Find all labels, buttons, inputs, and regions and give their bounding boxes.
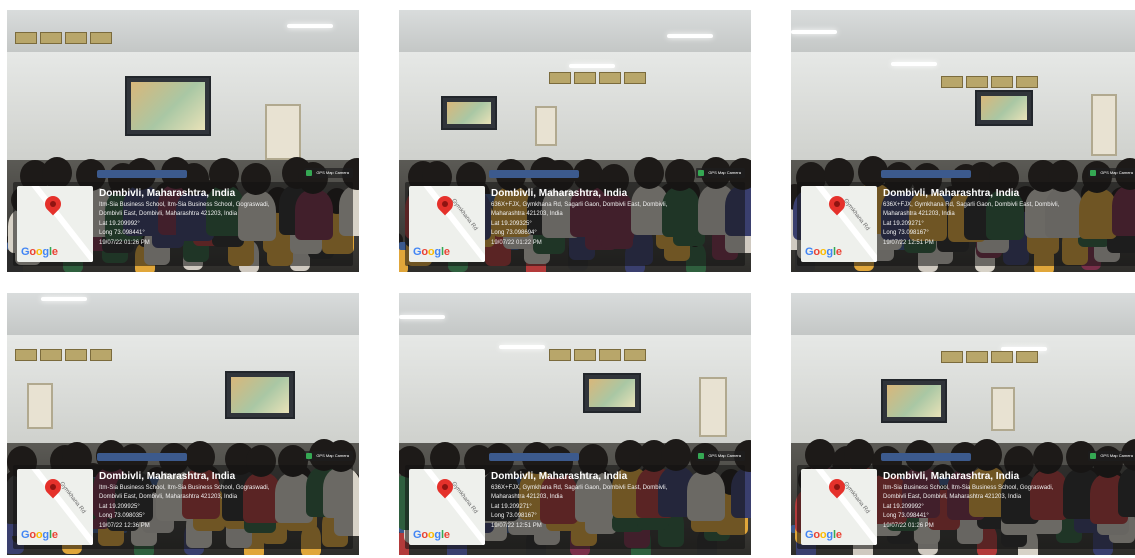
projector-screen [225, 371, 295, 419]
latitude: Lat 19.209992° [99, 221, 140, 227]
address-line-2: Dombivli East, Dombivli, Maharashtra 421… [99, 494, 238, 500]
gps-map-camera-badge: GPS Map Camera [304, 451, 353, 461]
projector-screen [975, 90, 1033, 126]
classroom-photo: GPS Map Camera Google Dombivli, Maharashtr… [7, 10, 359, 272]
location-title: Dombivli, Maharashtra, India [883, 471, 1020, 482]
geotag-overlay: Google Dombivli, Maharashtra, India Itm-Si… [13, 182, 353, 266]
google-logo: Google [413, 529, 450, 541]
ceiling [399, 293, 751, 335]
projector-screen [125, 76, 211, 136]
window-row [15, 349, 112, 361]
geotag-overlay: Gymkhana Rd Google Dombivli, Maharashtra, … [405, 182, 745, 266]
ceiling-light [41, 297, 87, 301]
latitude: Lat 19.209271° [883, 221, 924, 227]
ceiling-light [667, 34, 713, 38]
longitude: Long 73.098167° [883, 230, 929, 236]
map-thumbnail: Gymkhana Rd Google [409, 186, 485, 262]
location-title: Dombivli, Maharashtra, India [491, 471, 628, 482]
gps-map-camera-badge: GPS Map Camera [696, 168, 745, 178]
timestamp: 19/07/22 01:22 PM [491, 240, 542, 246]
window-row [549, 349, 646, 361]
google-logo: Google [21, 246, 58, 258]
window-row [549, 72, 646, 84]
classroom-photo: GPS Map Camera Gymkhana Rd Google Dombivli,… [791, 10, 1135, 272]
timestamp: 19/07/22 12:36 PM [99, 523, 150, 529]
timestamp: 19/07/22 12:51 PM [883, 240, 934, 246]
google-logo: Google [805, 529, 842, 541]
ceiling-light [891, 62, 937, 66]
address-line-1: Itm-Sia Business School, Itm-Sia Busines… [99, 485, 270, 491]
address-line-1: 636X+FJX, Gymkhana Rd, Sagarli Gaon, Dom… [491, 485, 668, 491]
address-line-2: Dombivli East, Dombivli, Maharashtra 421… [883, 494, 1022, 500]
classroom-photo: GPS Map Camera Gymkhana Rd Google Dombivli,… [399, 10, 751, 272]
timestamp: 19/07/22 12:51 PM [491, 523, 542, 529]
projector-screen [583, 373, 641, 413]
window-row [15, 32, 112, 44]
address-line-2: Maharashtra 421203, India [883, 211, 955, 217]
google-logo: Google [413, 246, 450, 258]
location-title: Dombivli, Maharashtra, India [99, 471, 236, 482]
ceiling [791, 293, 1135, 335]
address-line-1: Itm-Sia Business School, Itm-Sia Busines… [883, 485, 1054, 491]
longitude: Long 73.098441° [99, 230, 145, 236]
ceiling [399, 10, 751, 52]
longitude: Long 73.098441° [883, 513, 929, 519]
ceiling [7, 10, 359, 52]
classroom-photo: GPS Map Camera Gymkhana Rd Google Dombivli,… [7, 293, 359, 555]
geotag-overlay: Gymkhana Rd Google Dombivli, Maharashtra, … [405, 465, 745, 549]
ceiling-light [499, 345, 545, 349]
latitude: Lat 19.209271° [491, 504, 532, 510]
location-title: Dombivli, Maharashtra, India [883, 188, 1020, 199]
gps-map-camera-badge: GPS Map Camera [304, 168, 353, 178]
latitude: Lat 19.209992° [883, 504, 924, 510]
longitude: Long 73.098035° [99, 513, 145, 519]
longitude: Long 73.098694° [491, 230, 537, 236]
map-thumbnail: Gymkhana Rd Google [801, 186, 877, 262]
latitude: Lat 19.209925° [99, 504, 140, 510]
google-logo: Google [805, 246, 842, 258]
map-thumbnail: Google [17, 186, 93, 262]
geotag-overlay: Gymkhana Rd Google Dombivli, Maharashtra, … [13, 465, 353, 549]
ceiling-light [791, 30, 837, 34]
ceiling-light [399, 315, 445, 319]
gps-map-camera-badge: GPS Map Camera [696, 451, 745, 461]
map-thumbnail: Gymkhana Rd Google [409, 469, 485, 545]
address-line-1: 636X+FJX, Gymkhana Rd, Sagarli Gaon, Dom… [491, 202, 668, 208]
geotag-overlay: Gymkhana Rd Google Dombivli, Maharashtra, … [797, 182, 1135, 266]
map-thumbnail: Gymkhana Rd Google [17, 469, 93, 545]
geotag-overlay: Gymkhana Rd Google Dombivli, Maharashtra, … [797, 465, 1135, 549]
location-title: Dombivli, Maharashtra, India [491, 188, 628, 199]
address-line-2: Maharashtra 421203, India [491, 494, 563, 500]
gps-map-camera-badge: GPS Map Camera [1088, 168, 1135, 178]
map-thumbnail: Gymkhana Rd Google [801, 469, 877, 545]
window-row [941, 76, 1038, 88]
projector-screen [441, 96, 497, 130]
timestamp: 19/07/22 01:26 PM [99, 240, 150, 246]
gps-map-camera-badge: GPS Map Camera [1088, 451, 1135, 461]
ceiling-light [287, 24, 333, 28]
classroom-photo: GPS Map Camera Gymkhana Rd Google Dombivli,… [399, 293, 751, 555]
google-logo: Google [21, 529, 58, 541]
address-line-1: 636X+FJX, Gymkhana Rd, Sagarli Gaon, Dom… [883, 202, 1060, 208]
longitude: Long 73.098167° [491, 513, 537, 519]
latitude: Lat 19.209325° [491, 221, 532, 227]
ceiling [791, 10, 1135, 52]
address-line-1: Itm-Sia Business School, Itm-Sia Busines… [99, 202, 270, 208]
classroom-photo: GPS Map Camera Gymkhana Rd Google Dombivli,… [791, 293, 1135, 555]
window-row [941, 351, 1038, 363]
address-line-2: Dombivli East, Dombivli, Maharashtra 421… [99, 211, 238, 217]
address-line-2: Maharashtra 421203, India [491, 211, 563, 217]
location-title: Dombivli, Maharashtra, India [99, 188, 236, 199]
timestamp: 19/07/22 01:26 PM [883, 523, 934, 529]
ceiling-light [569, 64, 615, 68]
